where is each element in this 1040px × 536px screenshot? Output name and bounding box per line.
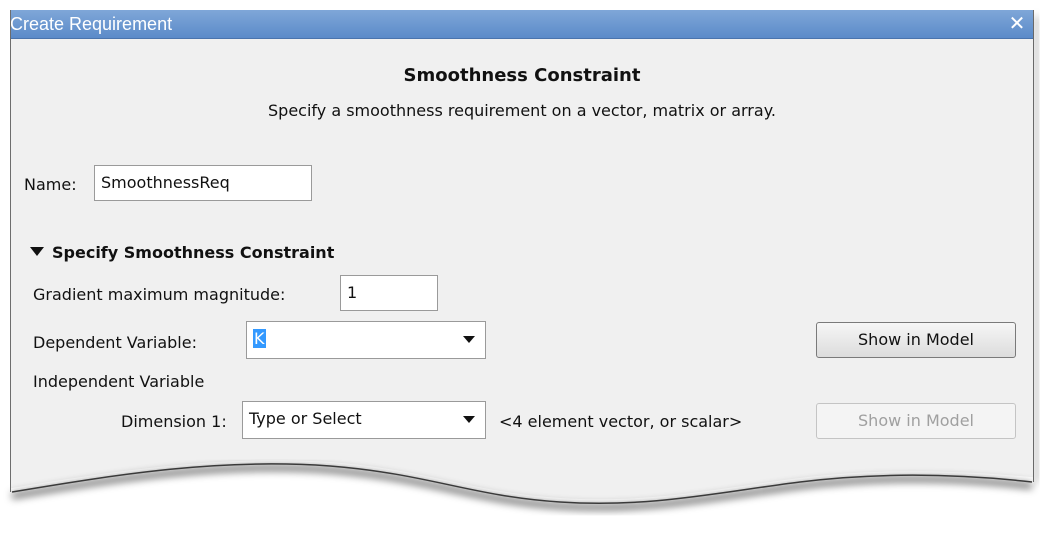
torn-edge-overlay [0, 10, 1040, 536]
screenshot-stage: Create Requirement ✕ Smoothness Constrai… [0, 0, 1040, 536]
